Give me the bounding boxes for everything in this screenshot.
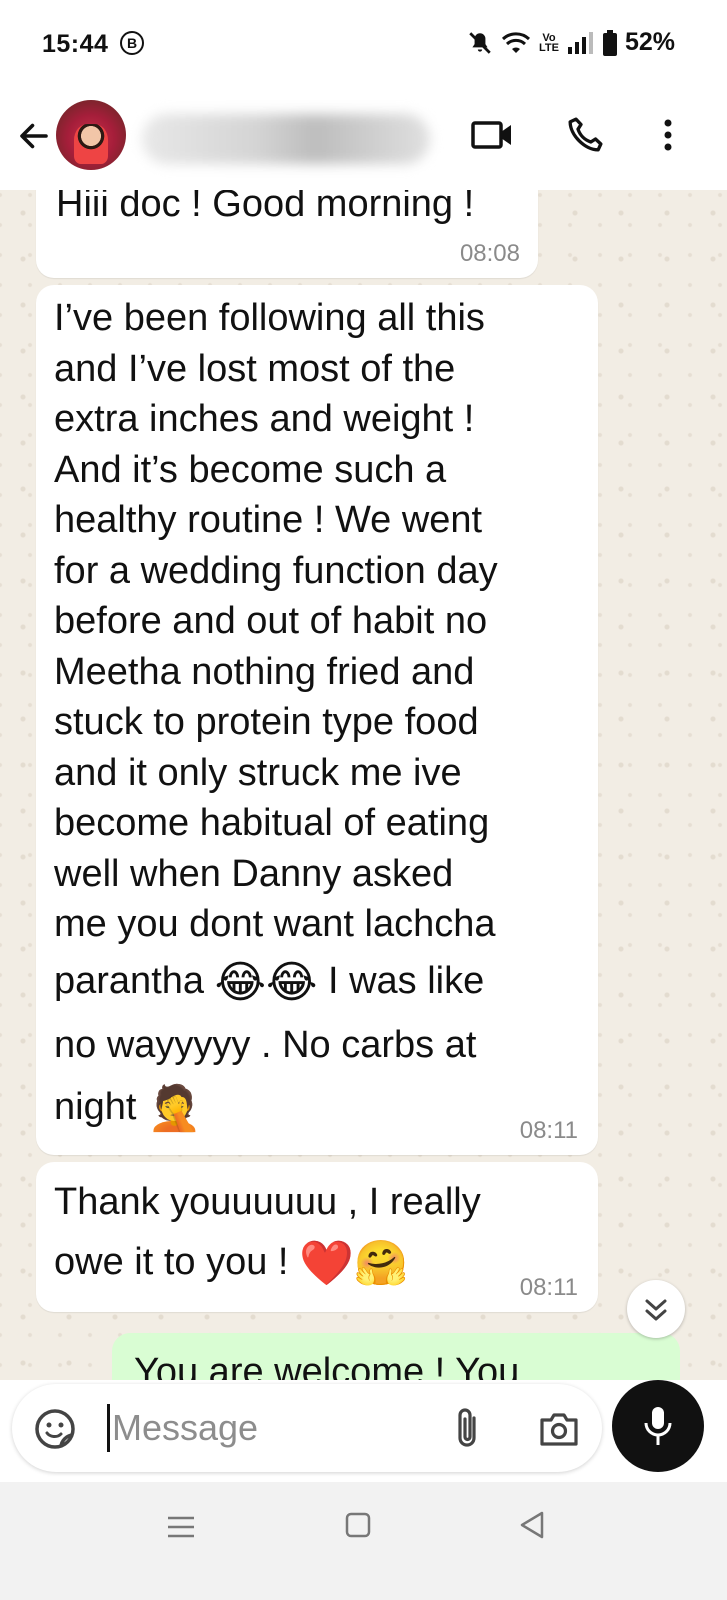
message-line: night 🤦 bbox=[54, 1076, 582, 1140]
microphone-icon bbox=[644, 1407, 672, 1445]
contact-avatar[interactable] bbox=[56, 100, 126, 170]
volte-icon: Vo LTE bbox=[538, 31, 559, 54]
message-time: 08:11 bbox=[519, 1274, 578, 1301]
chat-area[interactable]: Hiii doc ! Good morning ! 08:08 I’ve bee… bbox=[0, 190, 727, 1380]
video-camera-icon[interactable] bbox=[470, 115, 514, 155]
status-bar: 15:44 B Vo LTE 52% bbox=[0, 0, 727, 90]
chat-header bbox=[0, 90, 727, 190]
message-line: for a wedding function day bbox=[54, 549, 498, 592]
message-word: owe it to you ! bbox=[54, 1241, 289, 1283]
outgoing-message[interactable]: You are welcome ! You bbox=[112, 1333, 680, 1380]
wifi-icon bbox=[501, 31, 531, 53]
triangle-back-icon[interactable] bbox=[518, 1510, 546, 1540]
message-line: Thank youuuuuu , I really bbox=[54, 1181, 481, 1223]
incoming-message[interactable]: Thank youuuuuu , I really owe it to you … bbox=[36, 1162, 598, 1312]
message-word: night bbox=[54, 1085, 137, 1128]
message-line: well when Danny asked bbox=[54, 852, 454, 895]
tears-of-joy-emoji: 😂😂 bbox=[214, 956, 318, 1008]
message-time: 08:11 bbox=[519, 1117, 578, 1144]
message-line: and it only struck me ive bbox=[54, 751, 462, 794]
square-home-icon[interactable] bbox=[345, 1512, 371, 1538]
heart-hug-emoji: ❤️🤗 bbox=[299, 1238, 409, 1289]
message-time: 08:08 bbox=[459, 240, 520, 267]
sticker-smiley-icon[interactable] bbox=[34, 1408, 76, 1450]
message-line: extra inches and weight ! bbox=[54, 398, 475, 440]
double-chevron-down-icon bbox=[645, 1299, 667, 1321]
status-icons: Vo LTE 52% bbox=[467, 28, 675, 57]
facepalm-emoji: 🤦 bbox=[146, 1082, 202, 1134]
incoming-message[interactable]: Hiii doc ! Good morning ! 08:08 bbox=[36, 190, 538, 278]
message-word: I was like bbox=[327, 959, 485, 1002]
message-line: And it’s become such a bbox=[54, 448, 447, 491]
message-line: and I’ve lost most of the bbox=[54, 347, 456, 390]
message-line: I’ve been following all this bbox=[54, 297, 485, 339]
message-line: no wayyyyy . No carbs at bbox=[54, 1023, 477, 1066]
incoming-message[interactable]: I’ve been following all this and I’ve lo… bbox=[36, 285, 598, 1155]
more-vertical-icon[interactable] bbox=[656, 115, 680, 155]
paperclip-icon[interactable] bbox=[452, 1406, 482, 1452]
message-line: owe it to you ! ❤️🤗 bbox=[54, 1232, 582, 1294]
message-text: I’ve been following all this and I’ve lo… bbox=[54, 293, 582, 1140]
b-badge-icon: B bbox=[120, 31, 144, 55]
scroll-to-bottom-button[interactable] bbox=[627, 1280, 685, 1338]
contact-name-blurred[interactable] bbox=[142, 114, 430, 164]
camera-icon[interactable] bbox=[538, 1410, 580, 1448]
status-time: 15:44 bbox=[42, 30, 109, 58]
system-nav-bar bbox=[0, 1482, 727, 1600]
message-text: You are welcome ! You bbox=[134, 1351, 520, 1380]
message-line: me you dont want lachcha bbox=[54, 903, 496, 945]
menu-lines-icon[interactable] bbox=[166, 1514, 196, 1540]
battery-icon bbox=[602, 29, 617, 56]
message-line: Meetha nothing fried and bbox=[54, 650, 475, 693]
message-placeholder: Message bbox=[112, 1407, 259, 1448]
message-text: Thank youuuuuu , I really owe it to you … bbox=[54, 1172, 582, 1294]
message-line: parantha 😂😂 I was like bbox=[54, 950, 582, 1014]
arrow-left-icon[interactable] bbox=[16, 118, 52, 154]
voice-record-button[interactable] bbox=[612, 1380, 704, 1472]
message-line: stuck to protein type food bbox=[54, 701, 479, 743]
battery-percent: 52% bbox=[624, 28, 675, 56]
message-input[interactable]: Message bbox=[12, 1384, 602, 1472]
message-line: before and out of habit no bbox=[54, 600, 488, 642]
text-cursor bbox=[107, 1404, 110, 1452]
message-text: Hiii doc ! Good morning ! bbox=[56, 190, 475, 225]
signal-icon bbox=[567, 31, 593, 54]
message-word: parantha bbox=[54, 959, 205, 1002]
message-line: become habitual of eating bbox=[54, 802, 490, 844]
message-line: healthy routine ! We went bbox=[54, 499, 483, 541]
mute-bell-icon bbox=[469, 31, 491, 54]
phone-icon[interactable] bbox=[565, 115, 605, 155]
